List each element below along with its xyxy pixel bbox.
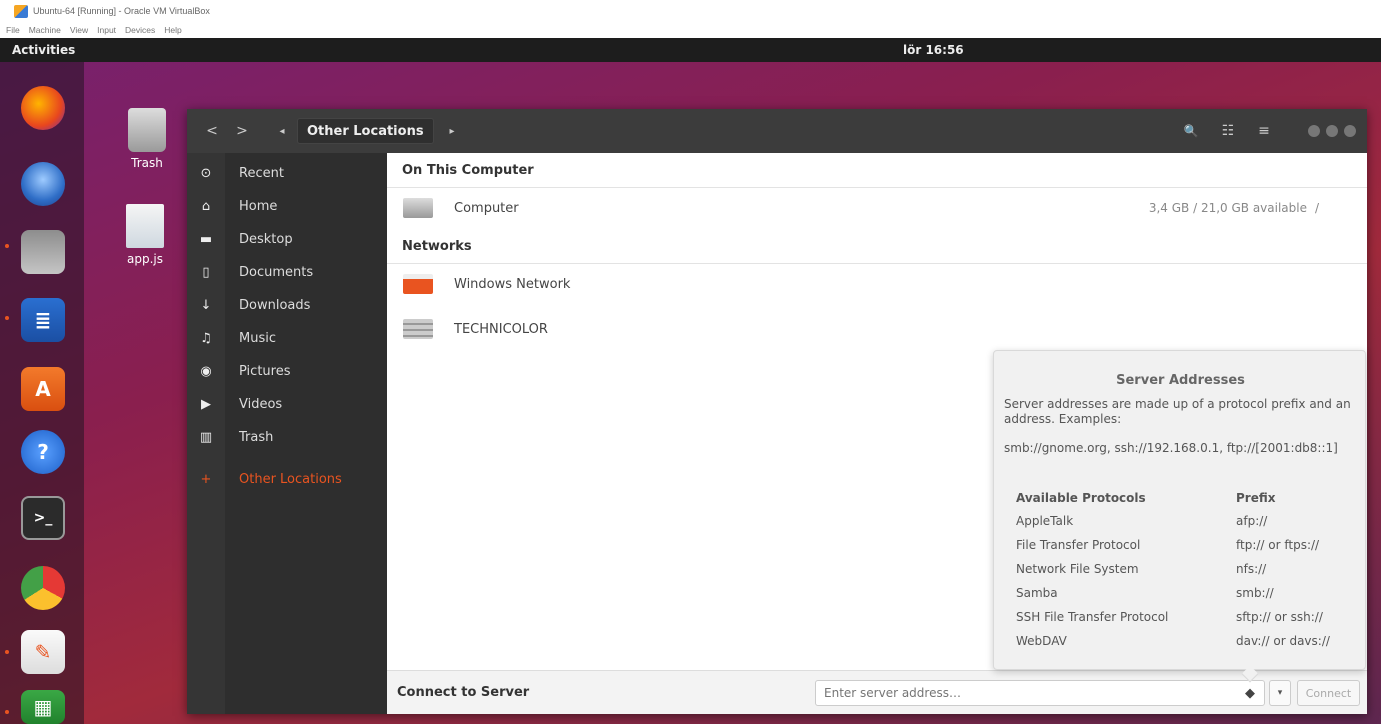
places-sidebar: ⊙ Recent ⌂ Home ▬ Desktop ▯ Documents ↓ … [187, 153, 387, 714]
clock-icon: ⊙ [200, 165, 212, 181]
path-scroll-left[interactable]: ◂ [271, 121, 293, 141]
protocol-row: Network File System nfs:// [1016, 562, 1267, 576]
vbox-menu-view[interactable]: View [70, 25, 88, 35]
thunderbird-icon[interactable] [21, 162, 65, 206]
video-icon: ▶ [201, 396, 211, 412]
section-on-this-computer: On This Computer [402, 163, 534, 178]
vbox-menu-bar: File Machine View Input Devices Help [0, 22, 1381, 38]
location-row-technicolor[interactable]: TECHNICOLOR [387, 311, 1367, 347]
trash-icon [128, 108, 166, 152]
libreoffice-writer-icon[interactable]: ≣ [21, 298, 65, 342]
location-row-computer[interactable]: Computer 3,4 GB / 21,0 GB available / [387, 190, 1367, 226]
vbox-title-bar: Ubuntu-64 [Running] - Oracle VM VirtualB… [0, 0, 1381, 22]
chrome-icon[interactable] [21, 566, 65, 610]
desktop-file-appjs[interactable]: app.js [115, 204, 175, 266]
col-prefix: Prefix [1236, 491, 1276, 505]
sidebar-item-videos[interactable]: ▶ Videos [187, 389, 387, 419]
file-icon [126, 204, 164, 248]
folder-icon: ▬ [199, 231, 213, 247]
software-center-icon[interactable]: A [21, 367, 65, 411]
help-icon[interactable]: ◆ [1238, 680, 1262, 706]
hamburger-menu-icon[interactable]: ≡ [1253, 121, 1275, 141]
help-icon[interactable]: ? [21, 430, 65, 474]
running-indicator [5, 710, 9, 714]
sidebar-item-desktop[interactable]: ▬ Desktop [187, 224, 387, 254]
server-addresses-popover: Server Addresses Server addresses are ma… [993, 350, 1366, 683]
maximize-button[interactable] [1326, 125, 1338, 137]
activities-button[interactable]: Activities [12, 43, 75, 57]
vbox-menu-devices[interactable]: Devices [125, 25, 155, 35]
camera-icon: ◉ [200, 363, 212, 379]
plus-icon: + [200, 471, 212, 487]
protocol-row: AppleTalk afp:// [1016, 514, 1268, 528]
vbox-title: Ubuntu-64 [Running] - Oracle VM VirtualB… [33, 6, 210, 16]
desktop-trash-label: Trash [131, 156, 163, 170]
hard-drive-icon [403, 198, 433, 218]
back-button[interactable]: < [201, 121, 223, 141]
home-icon: ⌂ [201, 198, 211, 214]
headerbar: < > ◂ Other Locations ▸ 🔍 ☷ ≡ [187, 109, 1367, 153]
gnome-top-bar: Activities lör 16:56 [0, 38, 1381, 62]
sidebar-item-trash[interactable]: ▥ Trash [187, 422, 387, 452]
text-editor-icon[interactable]: ✎ [21, 630, 65, 674]
clock[interactable]: lör 16:56 [903, 43, 964, 57]
files-icon[interactable] [21, 230, 65, 274]
sidebar-item-music[interactable]: ♫ Music [187, 323, 387, 353]
connect-button[interactable]: Connect [1297, 680, 1360, 706]
desktop-appjs-label: app.js [127, 252, 163, 266]
protocol-row: WebDAV dav:// or davs:// [1016, 634, 1330, 648]
connect-to-server-bar: Connect to Server ◆ ▾ Connect [387, 670, 1367, 714]
protocol-row: File Transfer Protocol ftp:// or ftps:// [1016, 538, 1320, 552]
path-label: Other Locations [307, 123, 424, 139]
popover-examples: smb://gnome.org, ssh://192.168.0.1, ftp:… [1004, 441, 1338, 455]
sidebar-item-other-locations[interactable]: + Other Locations [187, 464, 387, 494]
running-indicator [5, 316, 9, 320]
recent-servers-dropdown[interactable]: ▾ [1269, 680, 1291, 706]
firefox-icon[interactable] [21, 86, 65, 130]
col-available-protocols: Available Protocols [1016, 491, 1146, 505]
libreoffice-calc-icon[interactable]: ▦ [21, 690, 65, 724]
search-icon[interactable]: 🔍 [1180, 121, 1202, 141]
popover-title: Server Addresses [1116, 373, 1245, 388]
divider [387, 263, 1367, 264]
protocol-row: SSH File Transfer Protocol sftp:// or ss… [1016, 610, 1323, 624]
server-icon [403, 319, 433, 339]
protocol-row: Samba smb:// [1016, 586, 1274, 600]
sidebar-item-pictures[interactable]: ◉ Pictures [187, 356, 387, 386]
minimize-button[interactable] [1308, 125, 1320, 137]
location-row-windows-network[interactable]: Windows Network [387, 266, 1367, 302]
server-address-input[interactable] [815, 680, 1265, 706]
music-icon: ♫ [200, 330, 212, 346]
running-indicator [5, 244, 9, 248]
path-bar-current[interactable]: Other Locations [297, 118, 434, 144]
forward-button[interactable]: > [231, 121, 253, 141]
virtualbox-icon [14, 4, 28, 18]
sidebar-item-home[interactable]: ⌂ Home [187, 191, 387, 221]
vbox-menu-file[interactable]: File [6, 25, 20, 35]
divider [387, 187, 1367, 188]
trash-icon: ▥ [199, 429, 213, 445]
vbox-menu-input[interactable]: Input [97, 25, 116, 35]
close-button[interactable] [1344, 125, 1356, 137]
vbox-menu-help[interactable]: Help [164, 25, 181, 35]
sidebar-item-documents[interactable]: ▯ Documents [187, 257, 387, 287]
popover-description: Server addresses are made up of a protoc… [1004, 397, 1351, 426]
terminal-icon[interactable]: >_ [21, 496, 65, 540]
network-folder-icon [403, 274, 433, 294]
running-indicator [5, 650, 9, 654]
vbox-menu-machine[interactable]: Machine [29, 25, 61, 35]
desktop-trash[interactable]: Trash [117, 108, 177, 170]
sidebar-item-downloads[interactable]: ↓ Downloads [187, 290, 387, 320]
disk-usage: 3,4 GB / 21,0 GB available [1148, 201, 1307, 215]
view-toggle-icon[interactable]: ☷ [1217, 121, 1239, 141]
sidebar-item-recent[interactable]: ⊙ Recent [187, 158, 387, 188]
mount-point: / [1314, 201, 1319, 215]
document-icon: ▯ [202, 264, 210, 280]
connect-to-server-label: Connect to Server [397, 685, 530, 700]
dock: ≣ A ? >_ ✎ ▦ [0, 62, 84, 724]
section-networks: Networks [402, 239, 472, 254]
path-scroll-right[interactable]: ▸ [441, 121, 463, 141]
download-icon: ↓ [200, 297, 212, 313]
